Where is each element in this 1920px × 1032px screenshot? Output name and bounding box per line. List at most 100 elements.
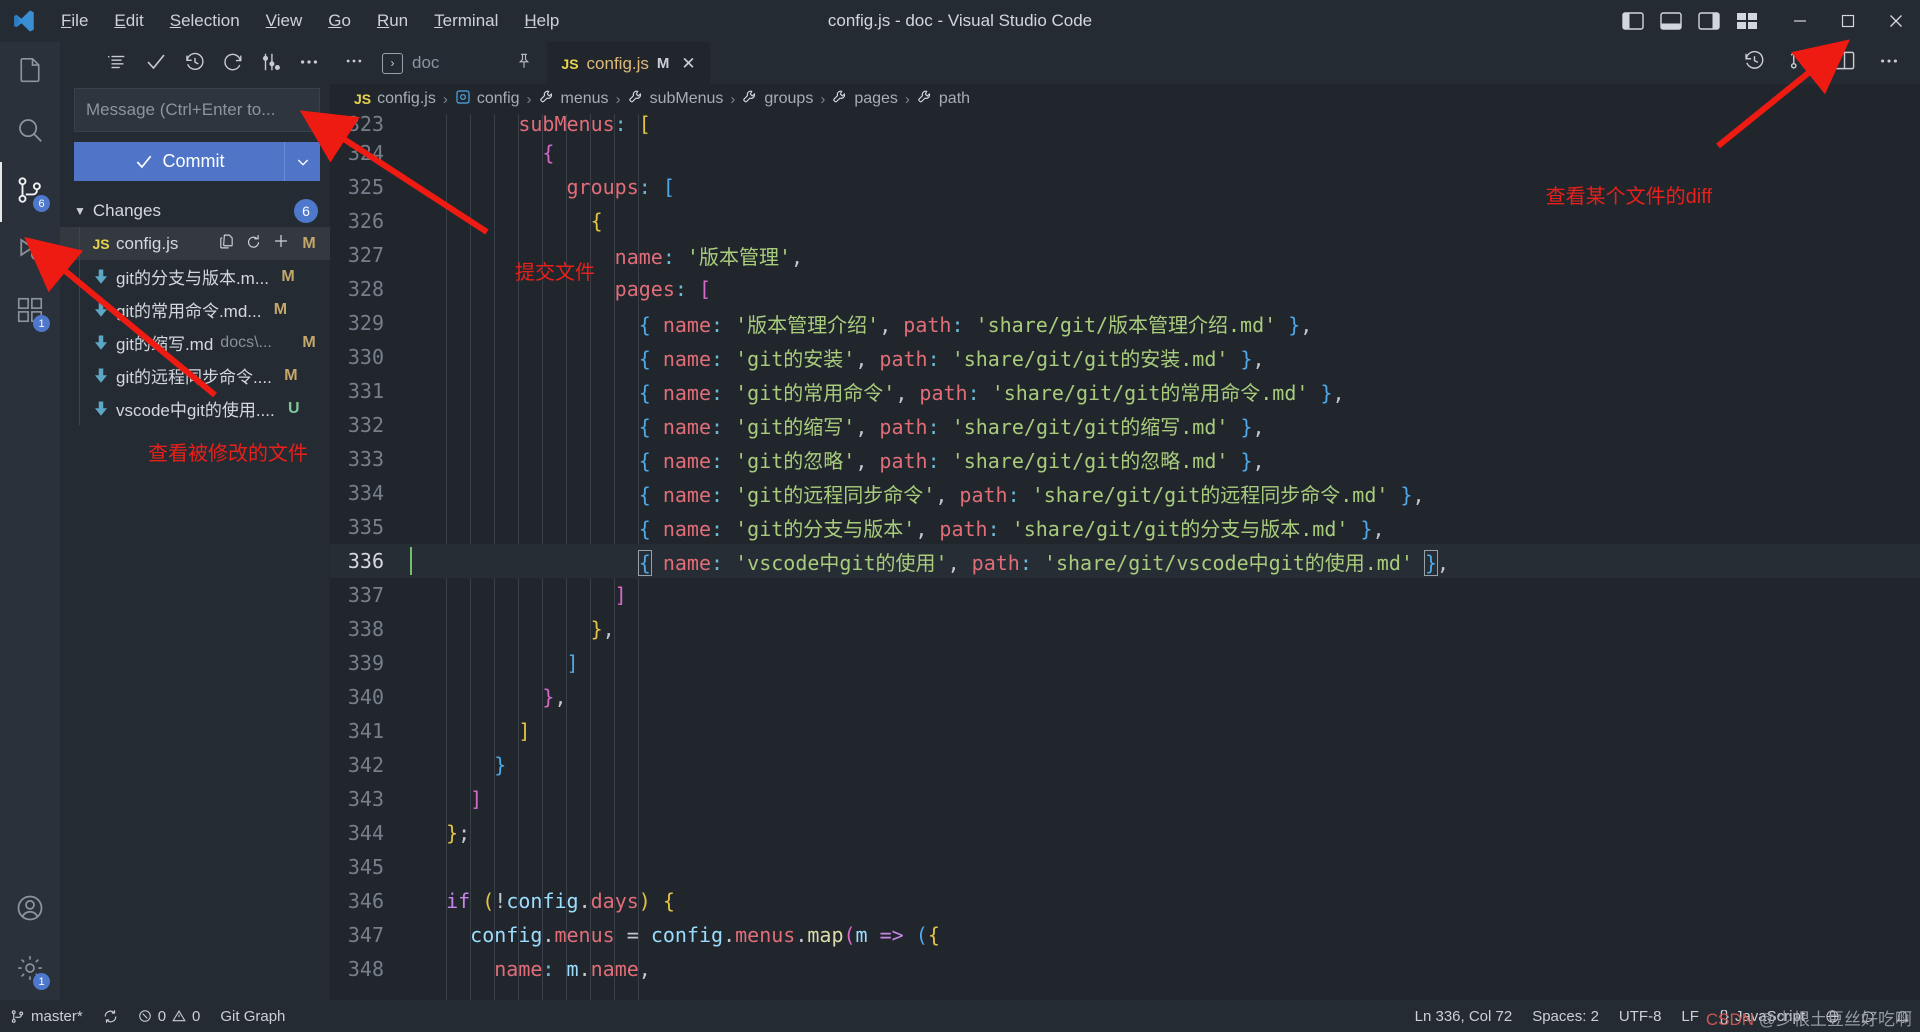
window-close-button[interactable] [1872,0,1920,42]
status-indentation[interactable]: Spaces: 2 [1522,1000,1609,1032]
code-line[interactable]: 344 }; [330,816,1920,850]
discard-changes-icon[interactable] [245,233,262,255]
list-item[interactable]: JS config.js M [60,227,330,260]
commit-check-icon[interactable] [144,50,168,74]
markdown-modified-icon [88,400,114,418]
list-item[interactable]: git的分支与版本.m... M [60,260,330,293]
menu-item-terminal[interactable]: Terminal [421,7,511,35]
toggle-panel-icon[interactable] [1660,12,1682,30]
stage-changes-icon[interactable] [272,232,290,255]
property-icon [628,89,644,110]
status-eol[interactable]: LF [1671,1000,1709,1032]
breadcrumb-item-file[interactable]: JS config.js [354,90,436,108]
activity-bar-item-accounts[interactable] [0,880,60,940]
menu-item-run[interactable]: Run [364,7,421,35]
code-line[interactable]: 339 ] [330,646,1920,680]
code-line[interactable]: 343 ] [330,782,1920,816]
code-line[interactable]: 337 ] [330,578,1920,612]
more-actions-icon[interactable] [1878,50,1900,77]
property-icon [742,89,758,110]
menu-item-edit[interactable]: Edit [101,7,156,35]
code-line[interactable]: 338 }, [330,612,1920,646]
commit-message-input[interactable] [74,88,320,132]
code-line[interactable]: 331 { name: 'git的常用命令', path: 'share/git… [330,374,1920,408]
activity-bar-item-explorer[interactable] [0,42,60,102]
commit-dropdown-button[interactable] [284,142,320,181]
tab-config-js[interactable]: JS config.js M ✕ [547,42,710,84]
source-control-badge: 6 [33,195,50,212]
status-encoding[interactable]: UTF-8 [1609,1000,1672,1032]
code-line[interactable]: 340 }, [330,680,1920,714]
file-name: git的分支与版本.m... [116,269,270,288]
code-line[interactable]: 342 } [330,748,1920,782]
refresh-icon[interactable] [222,51,244,73]
code-line[interactable]: 330 { name: 'git的安装', path: 'share/git/g… [330,340,1920,374]
code-line[interactable]: 333 { name: 'git的忽略', path: 'share/git/g… [330,442,1920,476]
editor-group-doc[interactable]: › doc [378,52,443,74]
chevron-right-box-icon: › [382,52,403,74]
timeline-icon[interactable] [1743,49,1766,77]
code-line[interactable]: 336 { name: 'vscode中git的使用', path: 'shar… [330,544,1920,578]
breadcrumb-item-config[interactable]: config [455,89,520,110]
status-git-graph[interactable]: Git Graph [210,1000,295,1032]
breadcrumb-item-path[interactable]: path [917,89,970,110]
status-branch[interactable]: master* [0,1000,93,1032]
customize-layout-icon[interactable] [1736,12,1758,30]
breadcrumb-item-groups[interactable]: groups [742,89,813,110]
more-actions-icon[interactable] [298,51,320,73]
status-cursor-position[interactable]: Ln 336, Col 72 [1405,1000,1523,1032]
window-minimize-button[interactable] [1776,0,1824,42]
activity-bar-item-extensions[interactable]: 1 [0,282,60,342]
activity-bar-item-run-and-debug[interactable] [0,222,60,282]
code-line[interactable]: 341 ] [330,714,1920,748]
history-icon[interactable] [184,51,206,73]
close-icon[interactable]: ✕ [681,54,695,74]
code-line[interactable]: 347 config.menus = config.menus.map(m =>… [330,918,1920,952]
activity-bar-item-search[interactable] [0,102,60,162]
menu-bar[interactable]: FFileile Edit Selection View Go Run Term… [48,7,572,35]
commit-button[interactable]: Commit [74,142,284,181]
toggle-primary-sidebar-icon[interactable] [1622,12,1644,30]
breadcrumb-item-submenus[interactable]: subMenus [628,89,723,110]
breadcrumb: JS config.js › config › menus › subMenus… [330,84,1920,114]
list-item[interactable]: git的缩写.md docs\... M [60,326,330,359]
breadcrumb-item-menus[interactable]: menus [539,89,609,110]
source-control-graph-icon[interactable] [260,51,282,73]
breadcrumb-label: pages [854,90,898,107]
code-line[interactable]: 345 [330,850,1920,884]
activity-bar-item-source-control[interactable]: 6 [0,162,60,222]
toggle-secondary-sidebar-icon[interactable] [1698,12,1720,30]
code-line[interactable]: 335 { name: 'git的分支与版本', path: 'share/gi… [330,510,1920,544]
code-line[interactable]: 323 subMenus: [ [330,114,1920,136]
breadcrumb-item-pages[interactable]: pages [832,89,898,110]
status-problems[interactable]: 0 0 [128,1000,211,1032]
view-as-list-icon[interactable] [106,51,128,73]
code-line[interactable]: 324 { [330,136,1920,170]
split-editor-icon[interactable] [1833,49,1856,77]
activity-bar-item-manage[interactable]: 1 [0,940,60,1000]
window-maximize-button[interactable] [1824,0,1872,42]
code-editor[interactable]: 323 subMenus: [324 {325 groups: [326 {32… [330,114,1920,1000]
pin-icon[interactable] [515,51,533,76]
source-control-toolbar [60,42,330,82]
code-line[interactable]: 332 { name: 'git的缩写', path: 'share/git/g… [330,408,1920,442]
menu-item-file[interactable]: FFileile [48,7,101,35]
menu-item-view[interactable]: View [253,7,316,35]
code-line[interactable]: 326 { [330,204,1920,238]
code-line[interactable]: 334 { name: 'git的远程同步命令', path: 'share/g… [330,476,1920,510]
open-changes-icon[interactable] [1788,49,1811,77]
list-item[interactable]: git的远程同步命令.... M [60,359,330,392]
code-line[interactable]: 346 if (!config.days) { [330,884,1920,918]
js-file-icon: JS [561,55,579,72]
code-line[interactable]: 329 { name: '版本管理介绍', path: 'share/git/版… [330,306,1920,340]
code-line[interactable]: 348 name: m.name, [330,952,1920,986]
list-item[interactable]: git的常用命令.md... M [60,293,330,326]
menu-item-help[interactable]: Help [511,7,572,35]
changes-section-header[interactable]: ▼ Changes 6 [60,195,330,227]
open-changes-icon[interactable] [218,233,235,255]
menu-item-go[interactable]: Go [315,7,364,35]
menu-item-selection[interactable]: Selection [157,7,253,35]
more-icon[interactable] [344,51,364,76]
list-item[interactable]: vscode中git的使用.... U [60,392,330,425]
status-sync[interactable] [93,1000,128,1032]
